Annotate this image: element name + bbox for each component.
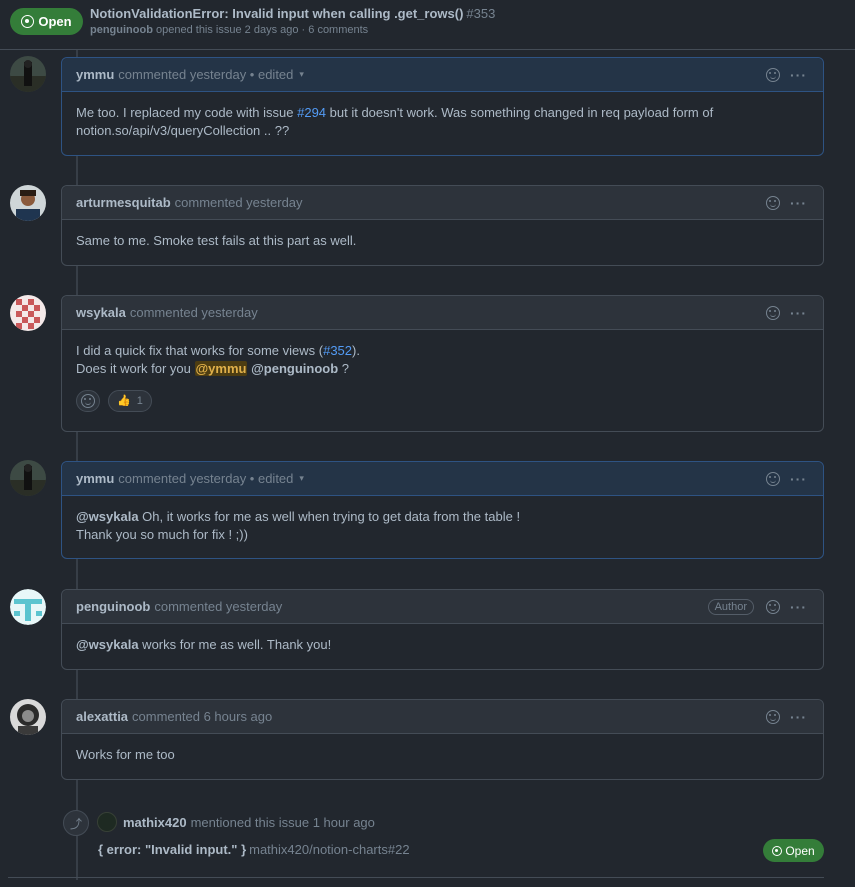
issue-open-icon — [772, 845, 783, 856]
comment-4: ymmu commented yesterday • edited ▾ ··· … — [61, 461, 824, 559]
add-reaction-icon[interactable] — [766, 306, 780, 320]
comment-meta[interactable]: commented yesterday • edited — [118, 67, 293, 82]
comment-line: I did a quick fix that works for some vi… — [76, 342, 809, 360]
comment-author[interactable]: alexattia — [76, 709, 128, 724]
comment-line: Thank you so much for fix ! ;)) — [76, 527, 248, 542]
kebab-menu-icon[interactable]: ··· — [790, 306, 807, 320]
comment-body: I did a quick fix that works for some vi… — [62, 330, 823, 424]
comment-header: ymmu commented yesterday • edited ▾ ··· — [62, 462, 823, 496]
comment-meta[interactable]: commented 6 hours ago — [132, 709, 272, 724]
comment-text: ? — [338, 361, 349, 376]
kebab-menu-icon[interactable]: ··· — [790, 196, 807, 210]
comment-header: arturmesquitab commented yesterday ··· — [62, 186, 823, 220]
avatar-ymmu[interactable] — [10, 56, 46, 92]
add-reaction-icon[interactable] — [766, 472, 780, 486]
edit-history-caret-icon[interactable]: ▾ — [299, 473, 304, 484]
add-reaction-icon[interactable] — [766, 710, 780, 724]
user-mention[interactable]: @wsykala — [76, 509, 139, 524]
comment-author[interactable]: penguinoob — [76, 599, 150, 614]
comment-text: Oh, it works for me as well when trying … — [138, 509, 521, 524]
add-reaction-icon[interactable] — [766, 600, 780, 614]
comment-line: @wsykala Oh, it works for me as well whe… — [76, 508, 809, 526]
reference-title[interactable]: { error: "Invalid input." } — [98, 842, 246, 857]
reaction-thumbs-up[interactable]: 👍 1 — [108, 390, 152, 412]
comment-text: Me too. I replaced my code with issue — [76, 105, 298, 120]
comment-author[interactable]: wsykala — [76, 305, 126, 320]
comment-body: Same to me. Smoke test fails at this par… — [76, 233, 357, 248]
comment-header: wsykala commented yesterday ··· — [62, 296, 823, 330]
kebab-menu-icon[interactable]: ··· — [790, 472, 807, 486]
issue-title: NotionValidationError: Invalid input whe… — [90, 6, 495, 21]
issue-link[interactable]: #294 — [297, 105, 326, 120]
edit-history-caret-icon[interactable]: ▾ — [299, 69, 304, 80]
issue-header: Open NotionValidationError: Invalid inpu… — [0, 0, 855, 50]
comment-body: Works for me too — [76, 747, 175, 762]
issue-meta: penguinoob opened this issue 2 days ago … — [90, 24, 368, 36]
reactions-bar: 👍 1 — [76, 390, 809, 412]
comment-6: alexattia commented 6 hours ago ··· Work… — [61, 699, 824, 780]
avatar-wsykala[interactable] — [10, 295, 46, 331]
avatar-penguinoob[interactable] — [10, 589, 46, 625]
comment-header: ymmu commented yesterday • edited ▾ ··· — [62, 58, 823, 92]
comment-author[interactable]: ymmu — [76, 67, 114, 82]
cross-reference-event: mathix420 mentioned this issue 1 hour ag… — [97, 812, 375, 832]
comment-text: I did a quick fix that works for some vi… — [76, 343, 324, 358]
cross-reference-icon: ⤴ — [63, 810, 89, 836]
reference-link[interactable]: mathix420/notion-charts#22 — [249, 842, 409, 857]
event-author[interactable]: mathix420 — [123, 815, 187, 830]
thumbs-up-icon: 👍 — [117, 395, 131, 407]
comment-body: @wsykala works for me as well. Thank you… — [62, 624, 823, 666]
event-text: mentioned this issue 1 hour ago — [190, 814, 375, 830]
issue-state-badge: Open — [10, 8, 83, 35]
comment-meta[interactable]: commented yesterday — [130, 305, 258, 320]
issue-number: #353 — [466, 6, 496, 21]
add-reaction-button[interactable] — [76, 390, 100, 412]
issue-open-icon — [21, 15, 35, 28]
author-badge: Author — [707, 599, 754, 615]
user-mention[interactable]: @ymmu — [194, 361, 248, 376]
comment-3: wsykala commented yesterday ··· I did a … — [61, 295, 824, 432]
add-reaction-icon[interactable] — [766, 196, 780, 210]
kebab-menu-icon[interactable]: ··· — [790, 68, 807, 82]
add-reaction-icon[interactable] — [766, 68, 780, 82]
comment-text: ). — [352, 343, 360, 358]
comment-2: arturmesquitab commented yesterday ··· S… — [61, 185, 824, 266]
issue-meta-text: opened this issue 2 days ago · 6 comment… — [156, 24, 369, 36]
cross-reference-item[interactable]: { error: "Invalid input." } mathix420/not… — [98, 842, 410, 857]
comment-5: penguinoob commented yesterday Author ··… — [61, 589, 824, 670]
comment-meta[interactable]: commented yesterday — [154, 599, 282, 614]
comment-meta[interactable]: commented yesterday • edited — [118, 471, 293, 486]
comment-author[interactable]: arturmesquitab — [76, 195, 171, 210]
issue-state-label: Open — [38, 14, 72, 29]
avatar-mathix420[interactable] — [97, 812, 117, 832]
comment-body: Me too. I replaced my code with issue #2… — [62, 92, 823, 152]
comment-text: Does it work for you — [76, 361, 195, 376]
comment-meta[interactable]: commented yesterday — [175, 195, 303, 210]
reference-state-badge: Open — [763, 839, 824, 862]
kebab-menu-icon[interactable]: ··· — [790, 600, 807, 614]
issue-title-text: NotionValidationError: Invalid input whe… — [90, 6, 464, 21]
user-mention[interactable]: @penguinoob — [251, 361, 338, 376]
issue-opener-link[interactable]: penguinoob — [90, 24, 153, 36]
comment-text: works for me as well. Thank you! — [138, 637, 332, 652]
smile-icon — [81, 394, 95, 408]
comment-line: Does it work for you @ymmu @penguinoob ? — [76, 360, 809, 378]
comment-header: alexattia commented 6 hours ago ··· — [62, 700, 823, 734]
divider — [8, 877, 824, 878]
kebab-menu-icon[interactable]: ··· — [790, 710, 807, 724]
comment-header: penguinoob commented yesterday Author ··… — [62, 590, 823, 624]
comment-body: @wsykala Oh, it works for me as well whe… — [62, 496, 823, 556]
avatar-ymmu[interactable] — [10, 460, 46, 496]
reference-state-label: Open — [785, 843, 815, 858]
avatar-alexattia[interactable] — [10, 699, 46, 735]
user-mention[interactable]: @wsykala — [76, 637, 139, 652]
reaction-count: 1 — [136, 395, 143, 407]
avatar-arturmesquitab[interactable] — [10, 185, 46, 221]
pr-link[interactable]: #352 — [323, 343, 352, 358]
comment-1: ymmu commented yesterday • edited ▾ ··· … — [61, 57, 824, 156]
comment-author[interactable]: ymmu — [76, 471, 114, 486]
